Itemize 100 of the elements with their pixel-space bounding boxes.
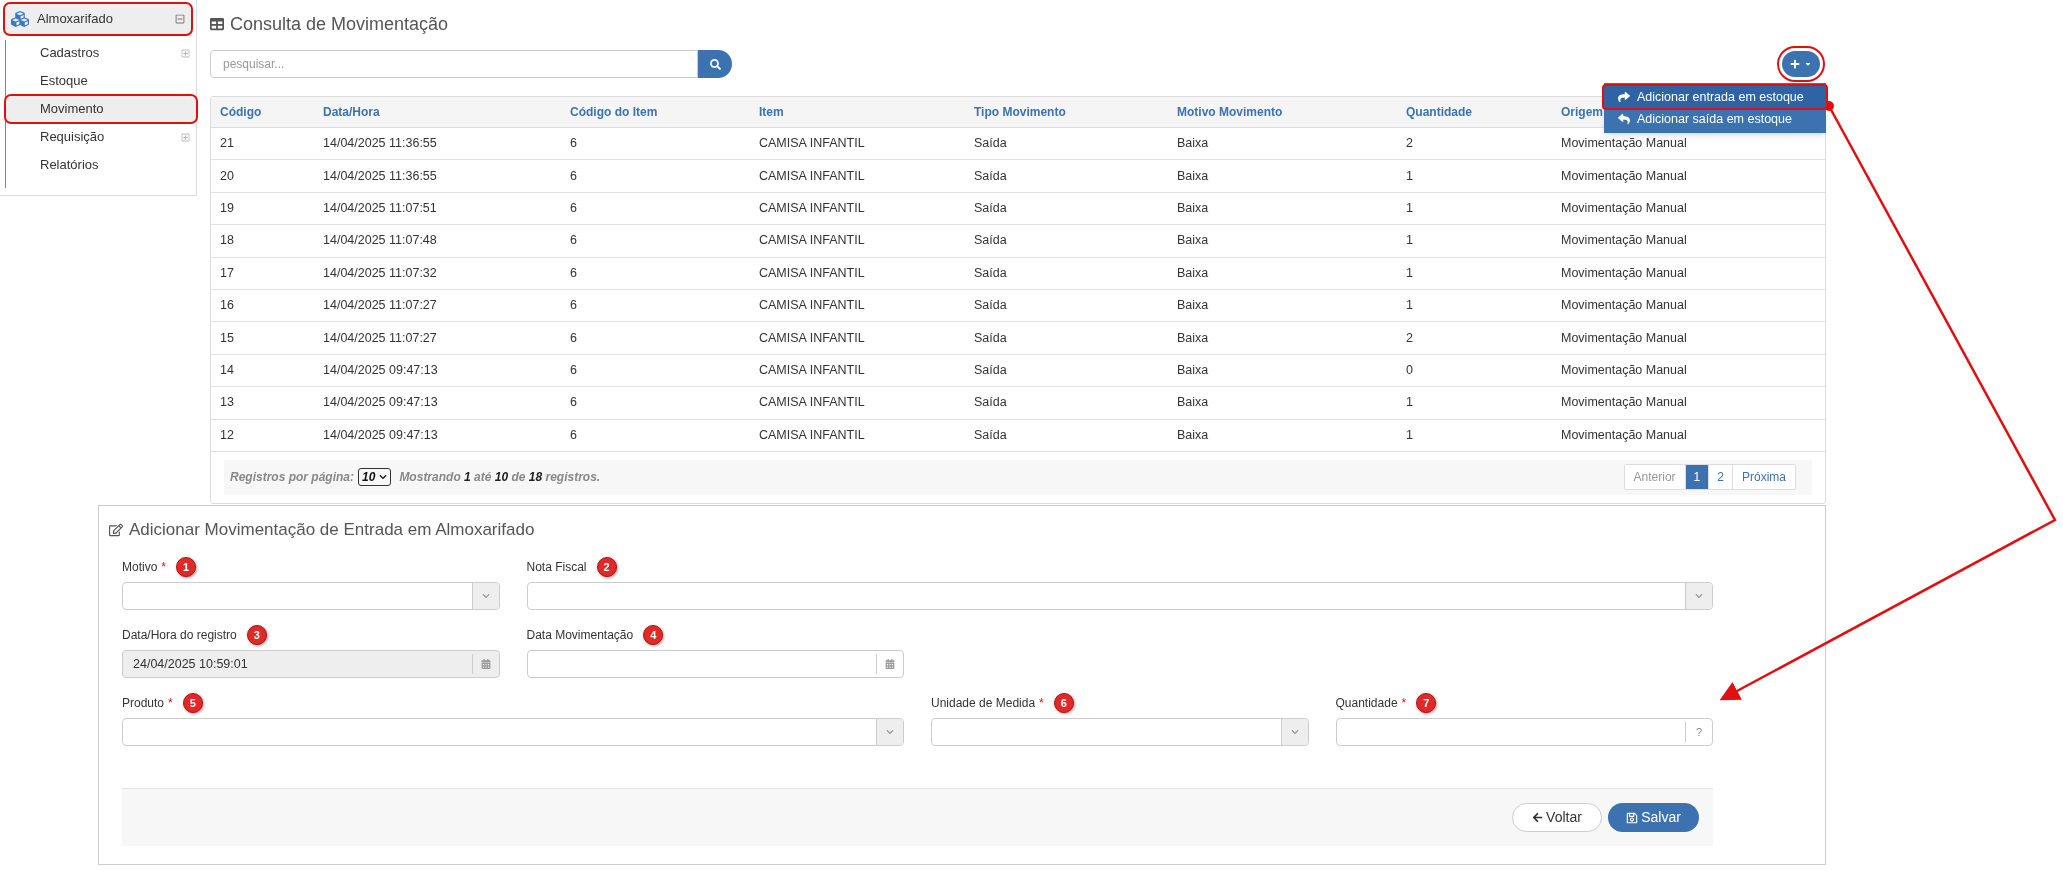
table-cell-text: Movimentação Manual (1561, 135, 1688, 153)
chevron-down-icon (1290, 728, 1299, 736)
table-cell-text: 1 (1406, 264, 1414, 282)
field-label: Motivo (122, 559, 158, 576)
column-header[interactable]: Código do Item (570, 103, 759, 121)
pagination-button[interactable]: Próxima (1732, 465, 1795, 490)
table-cell-text: Baixa (1177, 135, 1210, 153)
field-label: Data Movimentação (526, 627, 634, 644)
required-mark: * (1039, 695, 1044, 712)
table-cell-text: 6 (570, 167, 578, 185)
records-summary: Mostrando 1 até 10 de 18 registros. (399, 469, 601, 487)
table-cell-text: 6 (570, 426, 578, 444)
table-cell-text: Saída (974, 394, 1008, 412)
column-header[interactable]: Quantidade (1406, 103, 1561, 121)
table-cell-text: Movimentação Manual (1561, 329, 1688, 347)
select-field[interactable] (526, 582, 1713, 610)
table-cell-text: Movimentação Manual (1561, 264, 1688, 282)
sidebar-item[interactable]: Requisição (6, 124, 196, 150)
table-cell-text: 14/04/2025 09:47:13 (323, 394, 439, 412)
menu-item[interactable]: Adicionar saída em estoque (1604, 108, 1826, 130)
select-field[interactable] (122, 718, 904, 746)
table-cell-text: 19 (220, 200, 235, 218)
save-button[interactable]: Salvar (1608, 803, 1699, 832)
table-cell-text: 1 (1406, 394, 1414, 412)
menu-item[interactable]: Adicionar entrada em estoque (1604, 86, 1826, 108)
table-cell-text: CAMISA INFANTIL (759, 200, 866, 218)
plus-icon (1790, 59, 1800, 69)
table-cell-text: CAMISA INFANTIL (759, 329, 866, 347)
table-cell-text: CAMISA INFANTIL (759, 232, 866, 250)
table-cell-text: 2 (1406, 135, 1414, 153)
select-field[interactable] (122, 582, 500, 610)
table-cell-text: 6 (570, 264, 578, 282)
column-header[interactable]: Motivo Movimento (1177, 103, 1406, 121)
column-header[interactable]: Tipo Movimento (974, 103, 1177, 121)
search-icon (709, 58, 721, 70)
table-cell-text: Movimentação Manual (1561, 362, 1688, 380)
table-cell-text: Saída (974, 362, 1008, 380)
table-cell-text: Saída (974, 264, 1008, 282)
per-page-select[interactable]: 10 (358, 468, 392, 487)
pagination-button[interactable]: 2 (1708, 465, 1732, 490)
save-icon (1626, 811, 1639, 824)
table-cell-text: 14 (220, 362, 235, 380)
table-cell-text: 1 (1406, 426, 1414, 444)
table-cell-text: CAMISA INFANTIL (759, 135, 866, 153)
search-button[interactable] (698, 50, 732, 78)
annotation-badge: 5 (182, 693, 203, 713)
column-header[interactable]: Código (220, 103, 323, 121)
reply-arrow-icon (1618, 113, 1630, 125)
select-field[interactable] (931, 718, 1309, 746)
table-cell-text: Baixa (1177, 167, 1210, 185)
table-cell-text: Baixa (1177, 329, 1210, 347)
table-cell-text: Saída (974, 329, 1008, 347)
column-header[interactable]: Item (759, 103, 974, 121)
column-header[interactable]: Data/Hora (323, 103, 570, 121)
annotation-badge: 3 (246, 625, 267, 645)
table-cell-text: 12 (220, 426, 235, 444)
table-cell-text: Saída (974, 297, 1008, 315)
date-field[interactable] (526, 650, 904, 678)
expand-icon (181, 48, 190, 58)
help-addon: ? (1685, 722, 1712, 742)
caret-icon (1804, 60, 1812, 68)
table-cell-text: 1 (1406, 297, 1414, 315)
table-cell-text: CAMISA INFANTIL (759, 394, 866, 412)
chevron-down-icon (886, 728, 894, 736)
table-cell-text: CAMISA INFANTIL (759, 426, 866, 444)
sidebar-item[interactable]: Movimento (6, 96, 196, 122)
edit-icon (109, 523, 123, 537)
table-cell-text: Saída (974, 232, 1008, 250)
table-cell-text: Saída (974, 135, 1008, 153)
table-cell-text: 6 (570, 200, 578, 218)
table-cell-text: Baixa (1177, 394, 1210, 412)
table-cell-text: 21 (220, 135, 235, 153)
arrow-left-icon (1532, 812, 1544, 823)
table-cell-text: 6 (570, 135, 578, 153)
table-cell-text: Movimentação Manual (1561, 426, 1688, 444)
sidebar-item[interactable]: Cadastros (6, 40, 196, 66)
table-cell-text: Saída (974, 426, 1008, 444)
table-icon (210, 17, 224, 31)
sidebar-item[interactable]: Relatórios (6, 152, 196, 178)
annotation-badge: 1 (176, 557, 196, 577)
table-cell-text: 1 (1406, 200, 1414, 218)
table-cell-text: 14/04/2025 11:07:48 (323, 232, 438, 250)
table-cell-text: 14/04/2025 11:07:32 (323, 264, 438, 282)
sidebar-item[interactable]: Estoque (6, 68, 196, 94)
pagination-button[interactable]: 1 (1684, 465, 1709, 490)
sidebar-header[interactable]: Almoxarifado (5, 4, 191, 34)
table-cell-text: 6 (570, 297, 578, 315)
table-cell-text: 16 (220, 297, 235, 315)
search-field[interactable]: pesquisar... (210, 50, 698, 78)
table-cell-text: CAMISA INFANTIL (759, 167, 866, 185)
field-label: Unidade de Medida (931, 695, 1036, 712)
input-field[interactable]: ? (1335, 718, 1713, 746)
table-cell-text: Movimentação Manual (1561, 394, 1688, 412)
back-button[interactable]: Voltar (1512, 803, 1602, 832)
annotation-badge: 4 (643, 625, 664, 645)
required-mark: * (168, 695, 173, 712)
table-cell-text: Movimentação Manual (1561, 232, 1688, 250)
table-cell-text: 6 (570, 232, 578, 250)
field-label: Produto (122, 695, 165, 712)
table-cell-text: Baixa (1177, 362, 1210, 380)
